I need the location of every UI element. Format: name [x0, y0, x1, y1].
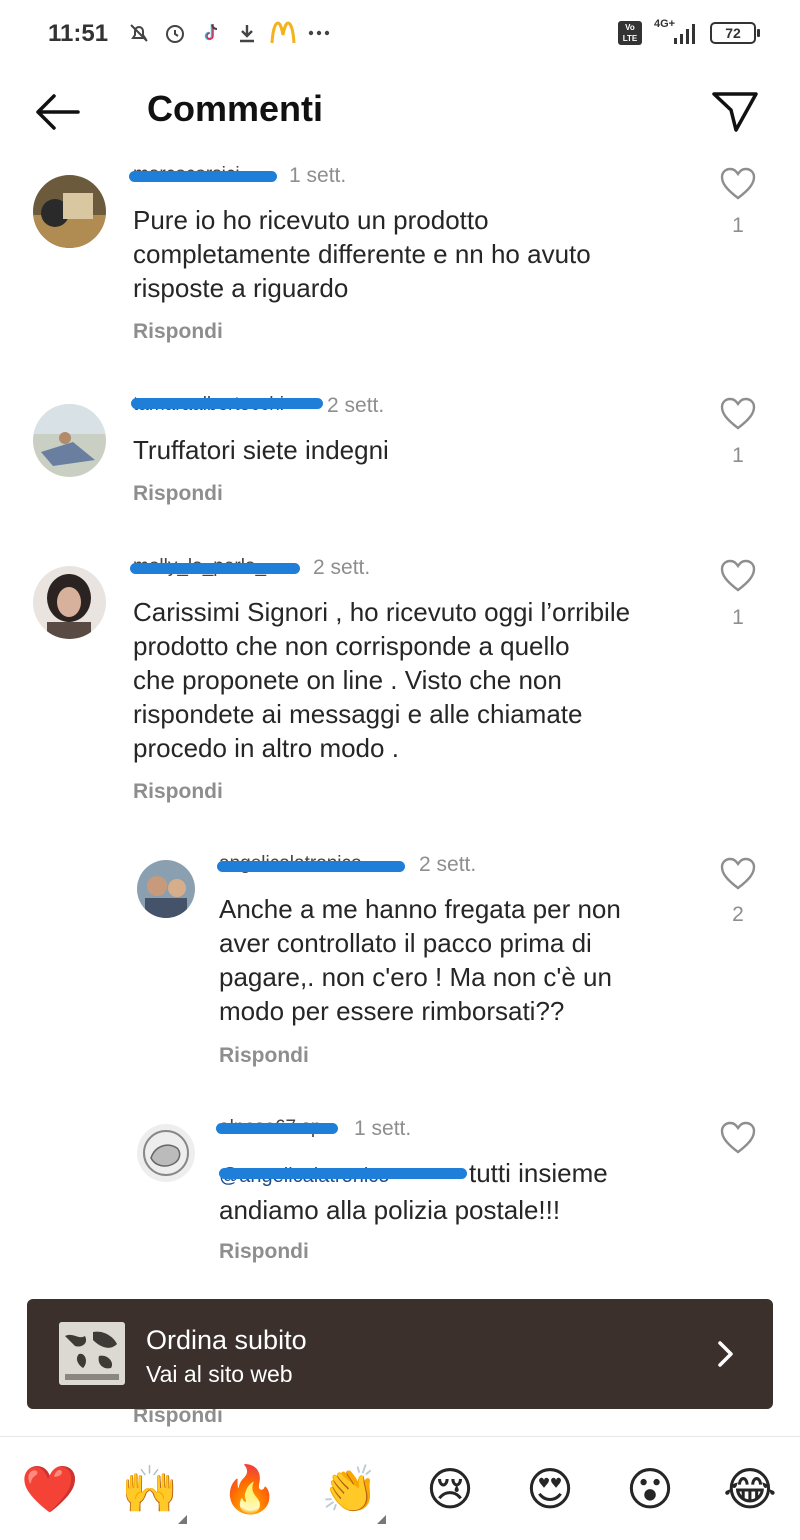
emoji-fire[interactable]: 🔥 [220, 1459, 280, 1519]
status-right-icons: Vo LTE 4G+ 72 [618, 18, 760, 46]
tiktok-icon [198, 20, 224, 46]
reply-button[interactable]: Rispondi [219, 1044, 309, 1068]
reply-button[interactable]: Rispondi [133, 780, 223, 804]
chevron-right-icon [711, 1337, 739, 1371]
emoji-heart-eyes[interactable]: 😍 [520, 1459, 580, 1519]
heart-icon [720, 167, 756, 200]
like-button[interactable] [718, 166, 758, 202]
skin-tone-indicator [377, 1515, 386, 1524]
mcdonalds-icon [270, 20, 296, 46]
bell-off-icon [126, 20, 152, 46]
avatar[interactable] [137, 1124, 195, 1182]
username[interactable]: molly_la_perla_ [130, 556, 300, 582]
like-count: 2 [732, 903, 744, 926]
comment-text: Truffatori siete indegni [133, 435, 389, 465]
avatar[interactable] [33, 175, 106, 248]
more-icon [306, 20, 332, 46]
comment-text: Pure io ho ricevuto un prodotto completa… [133, 205, 591, 303]
avatar[interactable] [33, 566, 106, 639]
comment-text: Anche a me hanno fregata per non aver co… [219, 894, 621, 1026]
emoji-reaction-bar: ❤️ 🙌 🔥 👏 😢 😍 😮 😂 [0, 1436, 800, 1540]
username[interactable]: marcocorsici [129, 164, 277, 190]
reply-button[interactable]: Rispondi [219, 1240, 309, 1264]
skin-tone-indicator [178, 1515, 187, 1524]
heart-icon [720, 857, 756, 890]
back-button[interactable] [30, 90, 84, 134]
header: Commenti [0, 70, 800, 156]
avatar[interactable] [33, 404, 106, 477]
ad-subtitle: Vai al sito web [146, 1361, 293, 1387]
reply-button[interactable]: Rispondi [133, 320, 223, 344]
reply-button[interactable]: Rispondi [133, 482, 223, 506]
emoji-heart[interactable]: ❤️ [20, 1459, 80, 1519]
download-icon [234, 20, 260, 46]
heart-icon [720, 397, 756, 430]
emoji-surprised-face[interactable]: 😮 [620, 1459, 680, 1519]
page-title: Commenti [147, 88, 324, 129]
status-time: 11:51 [48, 20, 109, 47]
battery-indicator: 72 [710, 22, 760, 44]
username-redaction [130, 563, 300, 574]
username-redaction [217, 861, 405, 872]
ad-banner[interactable]: Ordina subito Vai al sito web [27, 1299, 773, 1409]
like-count: 1 [732, 606, 744, 629]
mention-link[interactable]: @angelicalatronico [219, 1156, 469, 1193]
username[interactable]: alnoso67.sp [216, 1117, 338, 1143]
comment-time: 2 sett. [419, 853, 477, 876]
share-button[interactable] [708, 86, 762, 136]
heart-icon [720, 559, 756, 592]
like-button[interactable] [718, 558, 758, 594]
username-redaction [129, 171, 277, 182]
like-button[interactable] [718, 856, 758, 892]
send-icon [712, 92, 758, 132]
heart-icon [720, 1121, 756, 1154]
volte-icon: Vo LTE [618, 21, 642, 45]
ad-title: Ordina subito [146, 1325, 307, 1355]
comment-time: 1 sett. [354, 1117, 412, 1140]
comment-time: 2 sett. [327, 394, 385, 417]
signal-icon: 4G+ [654, 18, 698, 46]
back-arrow-icon [36, 94, 80, 130]
status-bar: 11:51 Vo LTE 4G+ 72 [0, 0, 800, 70]
emoji-raised-hands[interactable]: 🙌 [120, 1459, 180, 1519]
emoji-laughing-tears[interactable]: 😂 [720, 1459, 780, 1519]
username-redaction [216, 1123, 338, 1134]
comment-text: Carissimi Signori , ho ricevuto oggi l’o… [133, 597, 631, 763]
ad-thumbnail [59, 1322, 125, 1385]
username[interactable]: angelicalatronico [217, 853, 405, 879]
comment-text: @angelicalatronico tutti insieme andiamo… [219, 1156, 608, 1225]
alarm-icon [162, 20, 188, 46]
username-redaction [131, 398, 323, 409]
username[interactable]: tamaraalbertocchi [131, 394, 323, 420]
like-button[interactable] [718, 396, 758, 432]
status-notification-icons [126, 20, 332, 46]
like-button[interactable] [718, 1120, 758, 1156]
emoji-crying-face[interactable]: 😢 [420, 1459, 480, 1519]
comment-time: 2 sett. [313, 556, 371, 579]
avatar[interactable] [137, 860, 195, 918]
like-count: 1 [732, 444, 744, 467]
emoji-clapping-hands[interactable]: 👏 [320, 1459, 380, 1519]
mention-redaction [219, 1168, 467, 1179]
like-count: 1 [732, 214, 744, 237]
comment-time: 1 sett. [289, 164, 347, 187]
